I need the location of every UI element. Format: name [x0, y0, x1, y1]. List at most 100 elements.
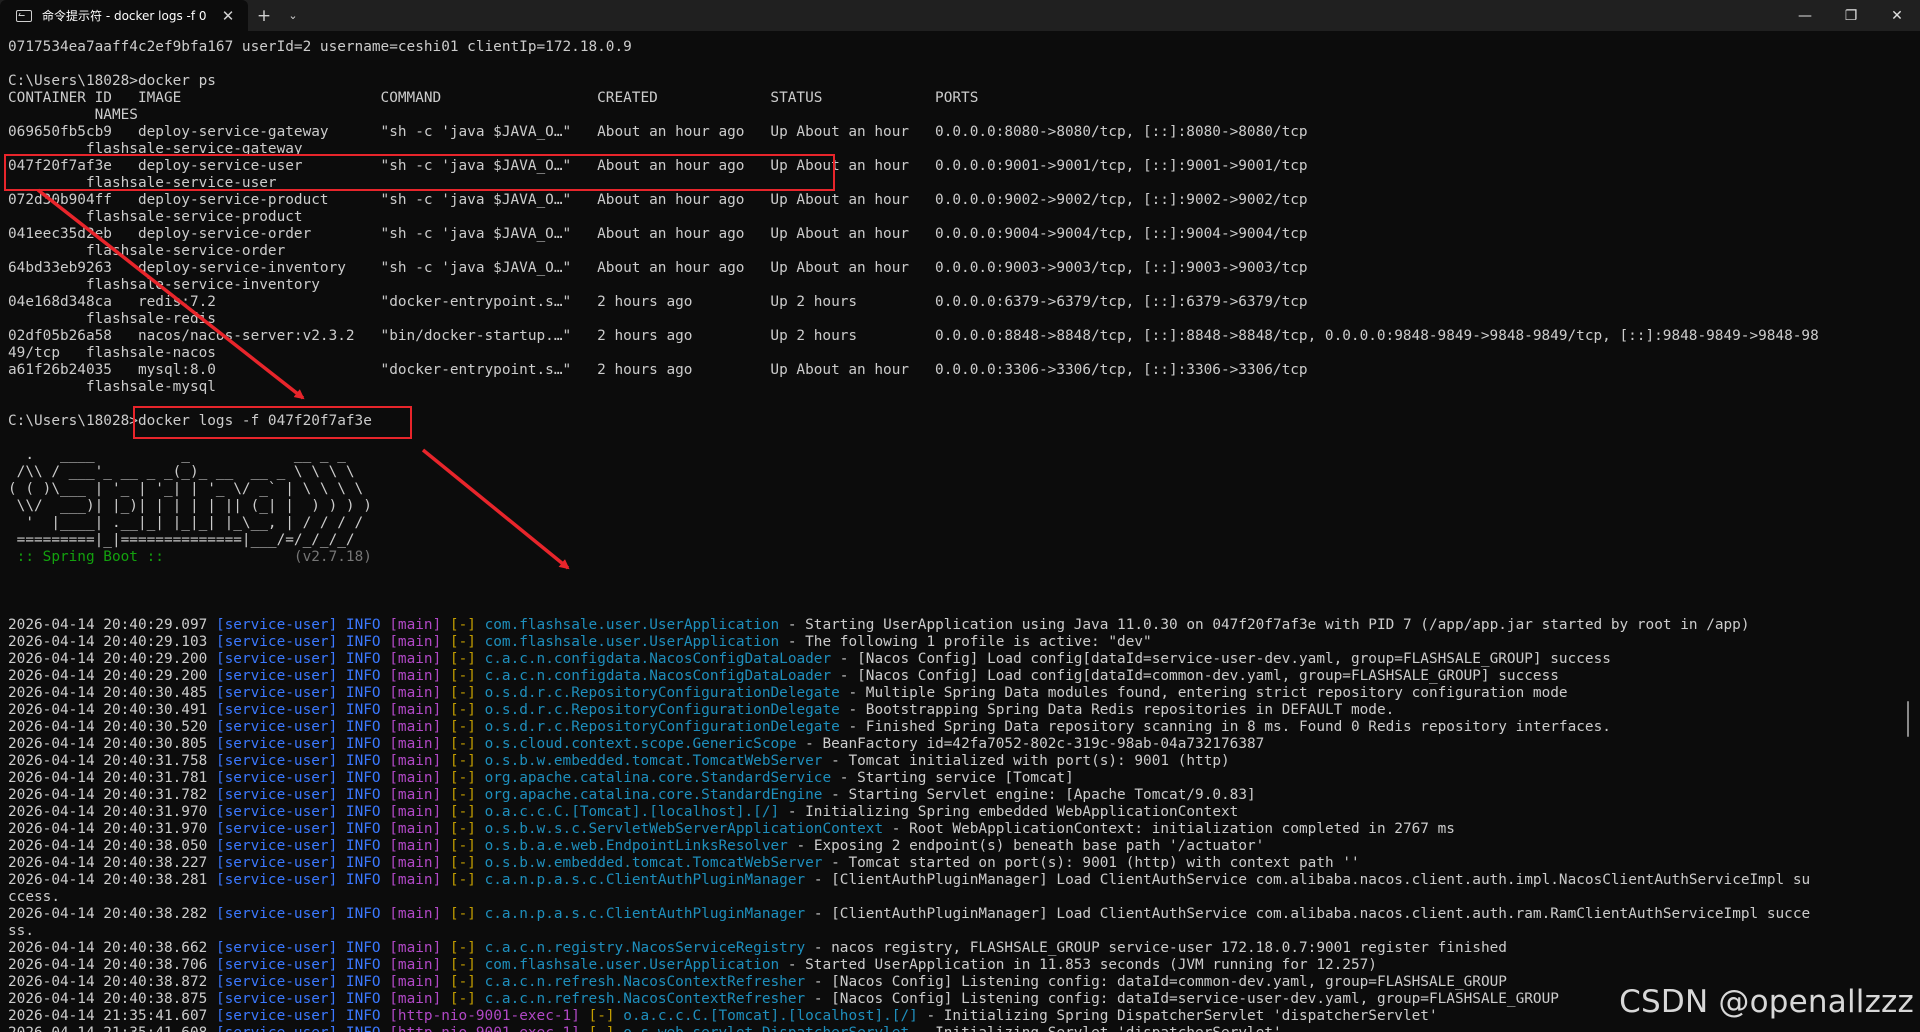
log-timestamp: 2026-04-14 20:40:29.200 — [8, 668, 208, 684]
log-line: 2026-04-14 20:40:31.970 [service-user] I… — [8, 804, 1238, 821]
log-timestamp: 2026-04-14 20:40:38.050 — [8, 838, 208, 854]
log-service: [service-user] — [215, 702, 338, 718]
log-message: - Multiple Spring Data modules found, en… — [839, 685, 1568, 701]
log-message: - Starting Servlet engine: [Apache Tomca… — [822, 787, 1256, 803]
container-name: flashsale-service-order — [8, 243, 286, 259]
log-logger: o.s.b.a.e.web.EndpointLinksResolver — [484, 838, 788, 854]
maximize-button[interactable]: ❐ — [1828, 0, 1874, 31]
log-timestamp: 2026-04-14 20:40:30.491 — [8, 702, 208, 718]
log-line: 2026-04-14 21:35:41.607 [service-user] I… — [8, 1008, 1438, 1025]
log-timestamp: 2026-04-14 20:40:38.706 — [8, 957, 208, 973]
log-level: INFO — [345, 991, 381, 1007]
log-service: [service-user] — [215, 736, 338, 752]
log-service: [service-user] — [216, 1025, 337, 1032]
log-message: - [Nacos Config] Listening config: dataI… — [805, 974, 1507, 990]
log-timestamp: 2026-04-14 20:40:31.970 — [8, 804, 208, 820]
log-timestamp: 2026-04-14 20:40:29.200 — [8, 651, 208, 667]
log-message: - Exposing 2 endpoint(s) beneath base pa… — [787, 838, 1265, 854]
log-level: INFO — [345, 872, 381, 888]
log-trace: [-] — [449, 634, 476, 650]
log-timestamp: 2026-04-14 20:40:38.282 — [8, 906, 208, 922]
spring-boot-line: :: Spring Boot :: (v2.7.18) — [8, 549, 372, 566]
terminal-tab[interactable]: 命令提示符 - docker logs -f 0 ✕ — [0, 0, 248, 31]
log-service: [service-user] — [215, 906, 338, 922]
log-level: INFO — [345, 651, 381, 667]
log-logger: o.s.b.w.embedded.tomcat.TomcatWebServer — [484, 855, 823, 871]
log-message: - Starting UserApplication using Java 11… — [779, 617, 1750, 633]
log-service: [service-user] — [215, 974, 338, 990]
log-logger: c.a.c.n.registry.NacosServiceRegistry — [484, 940, 806, 956]
close-tab-icon[interactable]: ✕ — [218, 7, 238, 25]
container-row: 64bd33eb9263 deploy-service-inventory "s… — [8, 260, 1308, 276]
log-thread: [main] — [389, 617, 442, 633]
log-thread: [main] — [389, 685, 442, 701]
banner-line: ' |____| .__|_| |_|_| |_\__, | / / / / — [8, 515, 364, 531]
log-logger: o.s.b.w.embedded.tomcat.TomcatWebServer — [484, 753, 823, 769]
spring-boot-label: :: Spring Boot :: — [8, 549, 173, 565]
log-logger: org.apache.catalina.core.StandardEngine — [484, 787, 823, 803]
log-level: INFO — [346, 1025, 381, 1032]
log-trace: [-] — [588, 1008, 615, 1024]
log-thread: [main] — [389, 804, 442, 820]
log-trace: [-] — [449, 957, 476, 973]
log-timestamp: 2026-04-14 21:35:41.608 — [8, 1025, 207, 1032]
log-message: - [Nacos Config] Load config[dataId=comm… — [831, 668, 1559, 684]
log-timestamp: 2026-04-14 20:40:31.781 — [8, 770, 208, 786]
log-level: INFO — [345, 940, 381, 956]
log-line: 2026-04-14 20:40:29.103 [service-user] I… — [8, 634, 1152, 651]
log-message: - Root WebApplicationContext: initializa… — [883, 821, 1455, 837]
log-timestamp: 2026-04-14 20:40:38.872 — [8, 974, 208, 990]
container-name: flashsale-service-product — [8, 209, 303, 225]
log-thread: [main] — [389, 821, 442, 837]
container-name: flashsale-service-inventory — [8, 277, 320, 293]
log-line: 2026-04-14 20:40:38.050 [service-user] I… — [8, 838, 1264, 855]
log-timestamp: 2026-04-14 20:40:38.662 — [8, 940, 208, 956]
log-logger: com.flashsale.user.UserApplication — [484, 957, 780, 973]
log-trace: [-] — [449, 991, 476, 1007]
log-line-wrap: ccess. — [8, 889, 60, 905]
log-thread: [main] — [389, 906, 442, 922]
log-logger: o.a.c.c.C.[Tomcat].[localhost].[/] — [623, 1008, 918, 1024]
close-window-button[interactable]: ✕ — [1874, 0, 1920, 31]
title-bar: 命令提示符 - docker logs -f 0 ✕ + ⌄ — ❐ ✕ — [0, 0, 1920, 31]
log-thread: [main] — [389, 668, 442, 684]
log-logger: o.s.d.r.c.RepositoryConfigurationDelegat… — [484, 702, 840, 718]
container-row: 072d30b904ff deploy-service-product "sh … — [8, 192, 1308, 208]
log-trace: [-] — [449, 753, 476, 769]
log-logger: o.s.cloud.context.scope.GenericScope — [484, 736, 797, 752]
csdn-watermark: CSDN @openallzzz — [1619, 984, 1914, 1020]
log-message: - Started UserApplication in 11.853 seco… — [779, 957, 1377, 973]
log-trace: [-] — [449, 906, 476, 922]
log-timestamp: 2026-04-14 20:40:31.758 — [8, 753, 208, 769]
log-service: [service-user] — [215, 787, 338, 803]
log-thread: [main] — [389, 855, 442, 871]
log-logger: o.s.web.servlet.DispatcherServlet — [623, 1025, 909, 1032]
log-level: INFO — [345, 719, 381, 735]
minimize-button[interactable]: — — [1782, 0, 1828, 31]
log-trace: [-] — [449, 651, 476, 667]
scrollbar-thumb[interactable] — [1907, 701, 1909, 737]
log-thread: [main] — [389, 974, 442, 990]
log-thread: [main] — [389, 770, 442, 786]
log-trace: [-] — [449, 974, 476, 990]
log-logger: o.s.d.r.c.RepositoryConfigurationDelegat… — [484, 719, 840, 735]
log-service: [service-user] — [215, 753, 338, 769]
log-timestamp: 2026-04-14 20:40:29.103 — [8, 634, 208, 650]
log-trace: [-] — [449, 685, 476, 701]
table-header-names: NAMES — [8, 107, 138, 123]
log-line: 2026-04-14 20:40:38.281 [service-user] I… — [8, 872, 1810, 889]
log-logger: c.a.c.n.configdata.NacosConfigDataLoader — [484, 651, 832, 667]
log-level: INFO — [345, 906, 381, 922]
new-tab-button[interactable]: + — [248, 0, 280, 31]
log-message: - [ClientAuthPluginManager] Load ClientA… — [805, 906, 1811, 922]
log-thread: [main] — [389, 872, 442, 888]
log-thread: [main] — [389, 736, 442, 752]
log-logger: c.a.n.p.a.s.c.ClientAuthPluginManager — [484, 872, 806, 888]
log-trace: [-] — [449, 787, 476, 803]
log-logger: c.a.n.p.a.s.c.ClientAuthPluginManager — [484, 906, 806, 922]
log-trace: [-] — [449, 668, 476, 684]
tab-dropdown-icon[interactable]: ⌄ — [280, 0, 306, 31]
log-thread: [http-nio-9001-exec-1] — [389, 1025, 580, 1032]
log-line: 2026-04-14 20:40:38.875 [service-user] I… — [8, 991, 1559, 1008]
log-service: [service-user] — [215, 770, 338, 786]
